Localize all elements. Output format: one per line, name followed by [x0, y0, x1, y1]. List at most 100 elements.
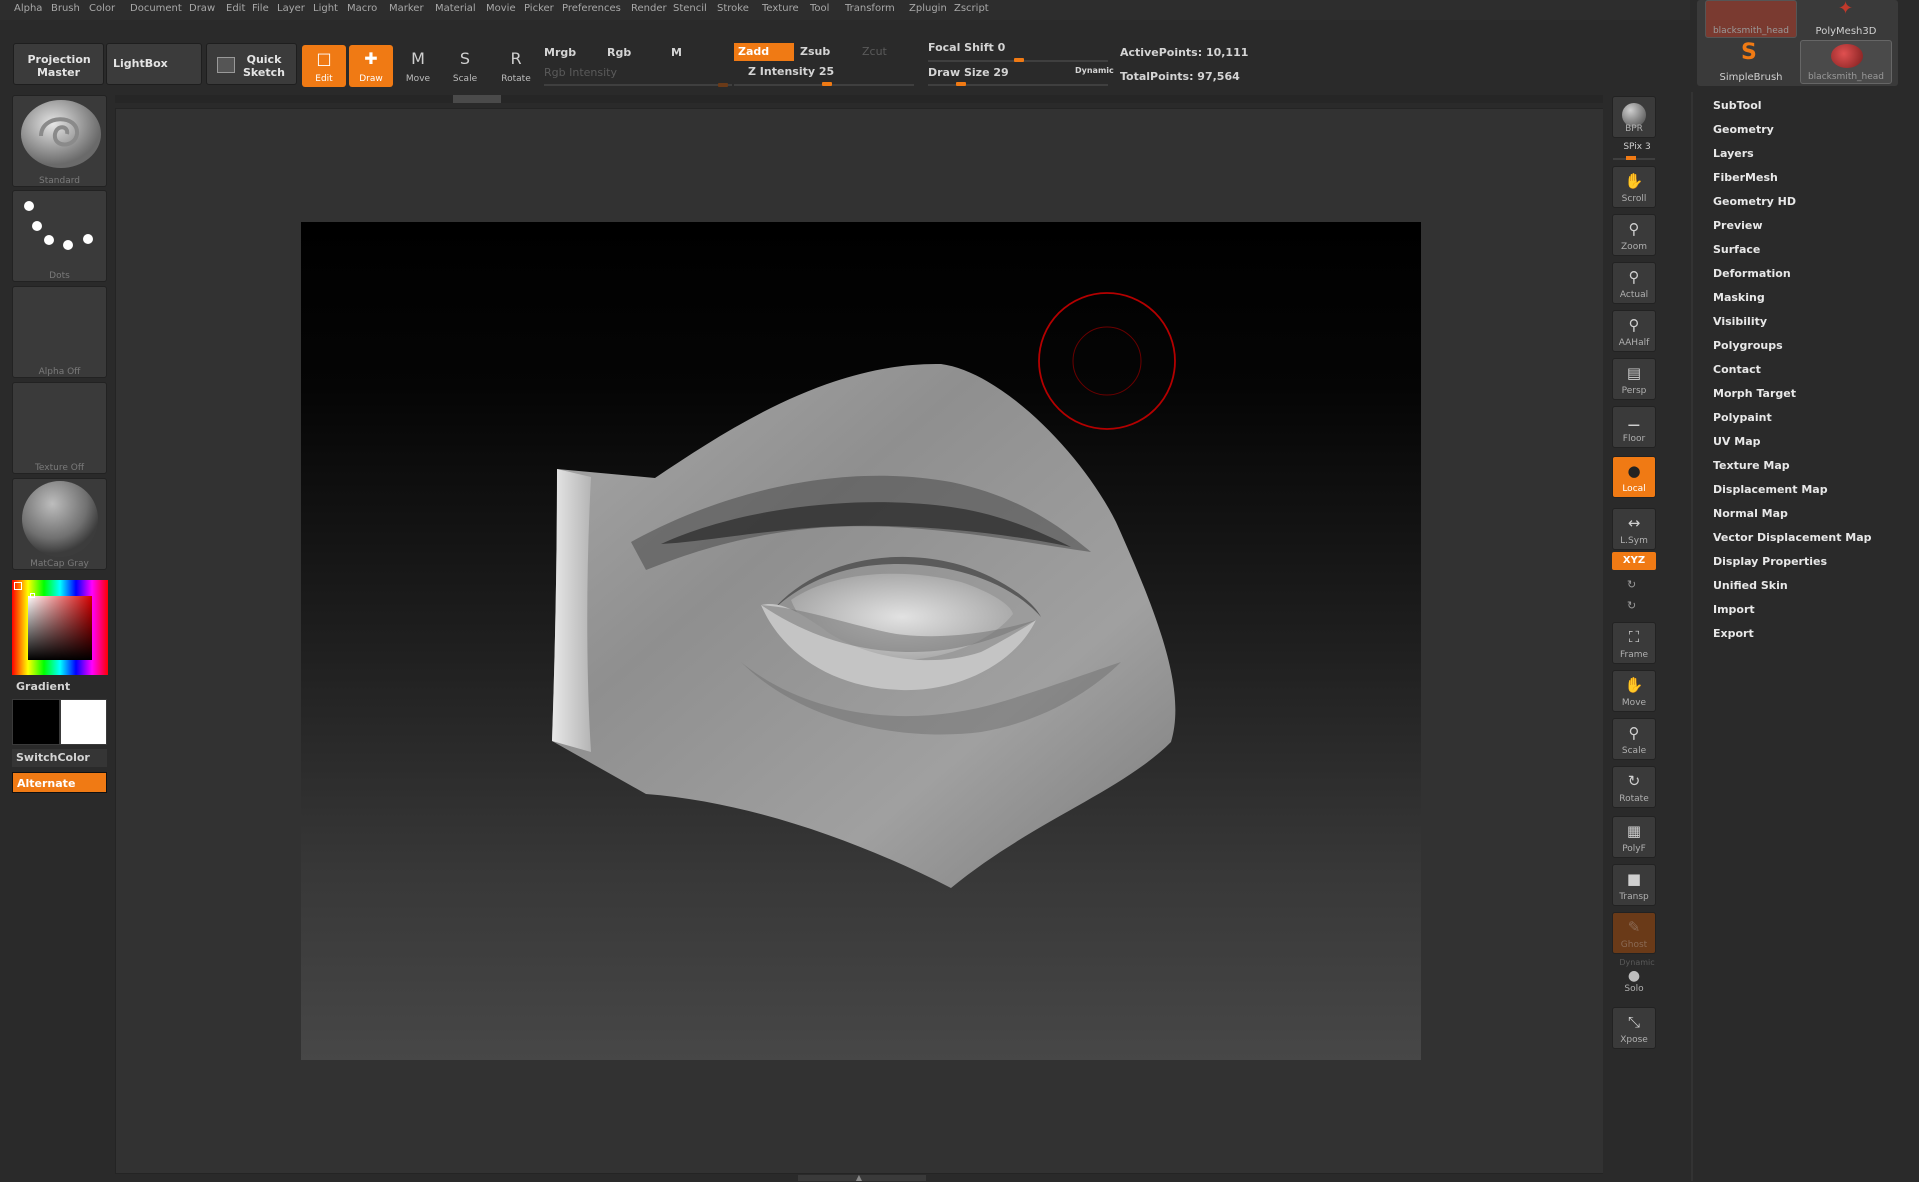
draw-size-track[interactable] [928, 84, 1108, 86]
palette-export[interactable]: Export [1713, 627, 1754, 640]
palette-visibility[interactable]: Visibility [1713, 315, 1767, 328]
menu-movie[interactable]: Movie [486, 3, 516, 14]
focal-shift-knob[interactable] [1014, 58, 1024, 62]
menu-picker[interactable]: Picker [524, 3, 554, 14]
z-intensity-knob[interactable] [822, 82, 832, 86]
texture-thumbnail[interactable]: Texture Off [12, 382, 107, 474]
palette-unified-skin[interactable]: Unified Skin [1713, 579, 1788, 592]
zcut-button[interactable]: Zcut [858, 43, 918, 61]
zsub-button[interactable]: Zsub [796, 43, 856, 61]
bpr-button[interactable]: BPR [1612, 96, 1656, 138]
draw-size-slider[interactable]: Draw Size 29 [928, 66, 1009, 79]
menu-light[interactable]: Light [313, 3, 338, 14]
gradient-label[interactable]: Gradient [16, 680, 70, 693]
palette-subtool[interactable]: SubTool [1713, 99, 1762, 112]
menu-tool[interactable]: Tool [810, 3, 829, 14]
horizontal-scroll-thumb[interactable] [453, 95, 501, 103]
material-thumbnail[interactable]: MatCap Gray [12, 478, 107, 570]
spix-knob[interactable] [1626, 156, 1636, 160]
menu-stencil[interactable]: Stencil [673, 3, 707, 14]
menu-document[interactable]: Document [130, 3, 182, 14]
menu-edit[interactable]: Edit [226, 3, 245, 14]
rgb-button[interactable]: Rgb [607, 46, 631, 59]
menu-stroke[interactable]: Stroke [717, 3, 749, 14]
menu-layer[interactable]: Layer [277, 3, 305, 14]
menu-macro[interactable]: Macro [347, 3, 377, 14]
scroll-button[interactable]: ✋ Scroll [1612, 166, 1656, 208]
stroke-thumbnail[interactable]: Dots [12, 190, 107, 282]
scale-mode-button[interactable]: S Scale [443, 45, 487, 87]
menu-file[interactable]: File [252, 3, 269, 14]
palette-fibermesh[interactable]: FiberMesh [1713, 171, 1778, 184]
aahalf-button[interactable]: ⚲ AAHalf [1612, 310, 1656, 352]
menu-color[interactable]: Color [89, 3, 115, 14]
palette-normal-map[interactable]: Normal Map [1713, 507, 1788, 520]
mrgb-button[interactable]: Mrgb [544, 46, 576, 59]
palette-contact[interactable]: Contact [1713, 363, 1761, 376]
secondary-color-swatch[interactable] [60, 699, 107, 745]
palette-layers[interactable]: Layers [1713, 147, 1754, 160]
palette-uv-map[interactable]: UV Map [1713, 435, 1761, 448]
bottom-expand-icon[interactable]: ▲ [852, 1174, 866, 1182]
palette-preview[interactable]: Preview [1713, 219, 1763, 232]
focal-shift-slider[interactable]: Focal Shift 0 [928, 41, 1005, 54]
edit-mode-button[interactable]: □ Edit [302, 45, 346, 87]
lightbox-button[interactable]: LightBox [106, 43, 202, 85]
menu-draw[interactable]: Draw [189, 3, 215, 14]
zadd-button[interactable]: Zadd [734, 43, 794, 61]
palette-geometry-hd[interactable]: Geometry HD [1713, 195, 1796, 208]
ghost-button[interactable]: ✎ Ghost [1612, 912, 1656, 954]
menu-zscript[interactable]: Zscript [954, 3, 989, 14]
persp-button[interactable]: ▤ Persp [1612, 358, 1656, 400]
rgb-intensity-slider[interactable]: Rgb Intensity [544, 66, 617, 79]
palette-masking[interactable]: Masking [1713, 291, 1765, 304]
local-button[interactable]: ● Local [1612, 456, 1656, 498]
palette-import[interactable]: Import [1713, 603, 1755, 616]
palette-texture-map[interactable]: Texture Map [1713, 459, 1790, 472]
palette-geometry[interactable]: Geometry [1713, 123, 1774, 136]
rotate-view-button[interactable]: ↻ Rotate [1612, 766, 1656, 808]
xpose-button[interactable]: ⤡ Xpose [1612, 1007, 1656, 1049]
tool-thumb-blacksmith-head-1[interactable]: blacksmith_head [1705, 0, 1797, 38]
spix-slider[interactable]: SPix 3 [1603, 142, 1671, 152]
move-mode-button[interactable]: M Move [396, 45, 440, 87]
rgb-intensity-track[interactable] [544, 84, 732, 86]
palette-vector-displacement-map[interactable]: Vector Displacement Map [1713, 531, 1872, 544]
switch-color-button[interactable]: SwitchColor [12, 749, 107, 767]
menu-render[interactable]: Render [631, 3, 667, 14]
solo-button[interactable]: ● Solo [1612, 968, 1656, 1002]
alternate-button[interactable]: Alternate [12, 772, 107, 793]
frame-button[interactable]: ⛶ Frame [1612, 622, 1656, 664]
scale-view-button[interactable]: ⚲ Scale [1612, 718, 1656, 760]
palette-deformation[interactable]: Deformation [1713, 267, 1791, 280]
menu-alpha[interactable]: Alpha [14, 3, 42, 14]
color-picker-square[interactable] [28, 596, 92, 660]
menu-transform[interactable]: Transform [845, 3, 895, 14]
tool-thumb-polymesh3d[interactable]: ✦ PolyMesh3D [1800, 0, 1892, 38]
polyf-button[interactable]: ▦ PolyF [1612, 816, 1656, 858]
brush-thumbnail[interactable]: Standard [12, 95, 107, 187]
axis-rotate-y-icon[interactable]: ↻ [1627, 578, 1636, 591]
draw-mode-button[interactable]: ✚ Draw [349, 45, 393, 87]
z-intensity-slider[interactable]: Z Intensity 25 [748, 65, 834, 78]
menu-marker[interactable]: Marker [389, 3, 424, 14]
palette-displacement-map[interactable]: Displacement Map [1713, 483, 1828, 496]
menu-texture[interactable]: Texture [762, 3, 799, 14]
tool-thumb-simplebrush[interactable]: S SimpleBrush [1705, 40, 1797, 84]
document-viewport[interactable] [301, 222, 1421, 1060]
palette-polypaint[interactable]: Polypaint [1713, 411, 1772, 424]
xyz-button[interactable]: XYZ [1612, 552, 1656, 570]
rotate-mode-button[interactable]: R Rotate [494, 45, 538, 87]
menu-brush[interactable]: Brush [51, 3, 80, 14]
palette-display-properties[interactable]: Display Properties [1713, 555, 1827, 568]
transp-button[interactable]: ■ Transp [1612, 864, 1656, 906]
rgb-intensity-knob[interactable] [718, 83, 728, 87]
zoom-button[interactable]: ⚲ Zoom [1612, 214, 1656, 256]
draw-size-knob[interactable] [956, 82, 966, 86]
color-picker[interactable] [12, 580, 108, 675]
palette-polygroups[interactable]: Polygroups [1713, 339, 1783, 352]
palette-morph-target[interactable]: Morph Target [1713, 387, 1796, 400]
floor-button[interactable]: ⚊ Floor [1612, 406, 1656, 448]
dynamic-toggle[interactable]: Dynamic [1075, 66, 1114, 75]
horizontal-scroll-strip[interactable] [115, 95, 1607, 103]
